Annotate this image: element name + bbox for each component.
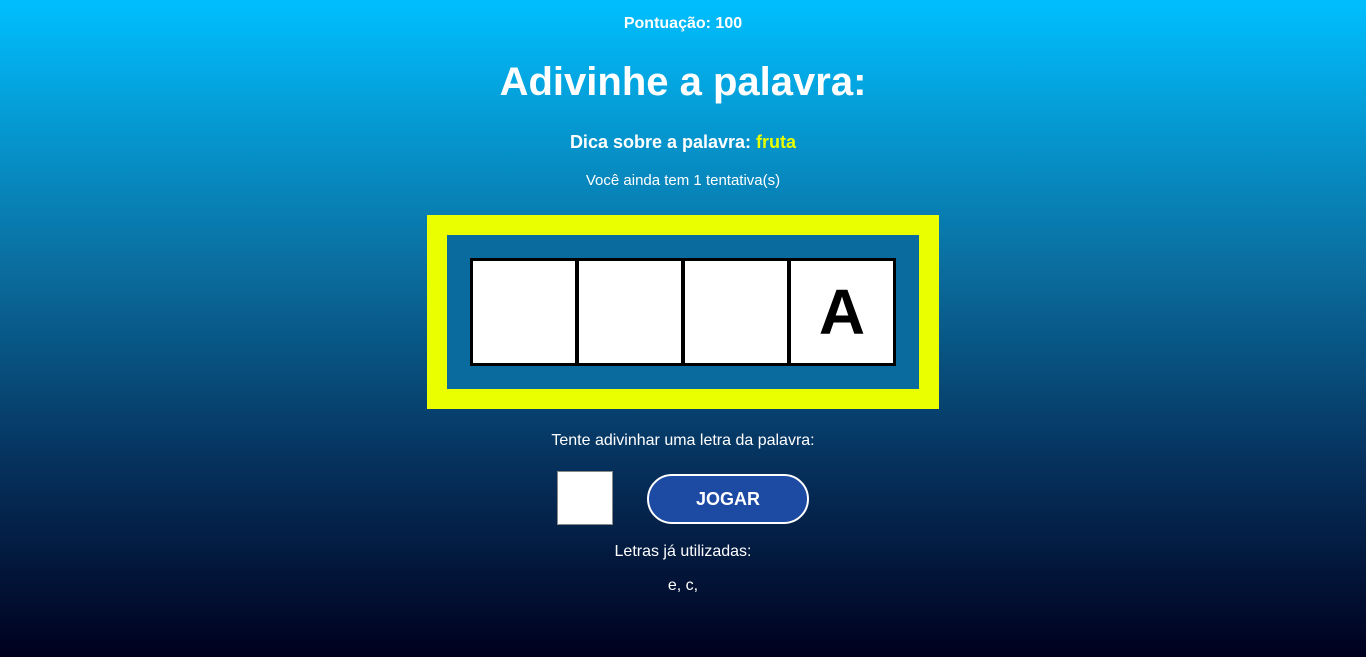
used-letters-label: Letras já utilizadas: xyxy=(614,543,752,560)
attempts-remaining: Você ainda tem 1 tentativa(s) xyxy=(585,172,781,189)
letter-tile xyxy=(473,261,575,363)
hint-label: Dica sobre a palavra: xyxy=(569,132,752,152)
hint-value: fruta xyxy=(756,132,797,152)
letter-tiles: A xyxy=(470,258,896,366)
letter-tile xyxy=(579,261,681,363)
letter-tile xyxy=(685,261,787,363)
play-button[interactable]: JOGAR xyxy=(647,474,809,524)
word-board: A xyxy=(427,215,939,409)
page-title: Adivinhe a palavra: xyxy=(499,60,867,104)
letter-tile: A xyxy=(791,261,893,363)
score-display: Pontuação: 100 xyxy=(623,15,743,32)
letter-input[interactable] xyxy=(557,471,613,525)
word-hint: Dica sobre a palavra: fruta xyxy=(0,132,1366,153)
used-letters-list: e, c, xyxy=(667,577,699,594)
guess-prompt: Tente adivinhar uma letra da palavra: xyxy=(551,432,815,449)
